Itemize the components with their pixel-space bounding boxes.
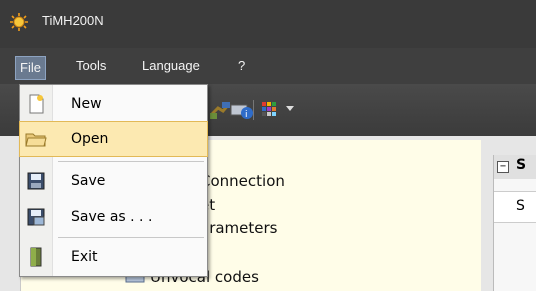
menu-item-save-label: Save bbox=[71, 173, 106, 189]
exit-door-icon bbox=[30, 247, 42, 267]
app-sun-icon bbox=[10, 13, 28, 31]
menu-separator bbox=[58, 161, 204, 162]
new-file-icon bbox=[29, 94, 44, 114]
menu-item-exit-label: Exit bbox=[71, 249, 98, 265]
title-bar: TiMH200N bbox=[0, 0, 536, 48]
menu-tools[interactable]: Tools bbox=[76, 56, 106, 76]
connect-icon[interactable] bbox=[208, 99, 232, 121]
info-icon[interactable]: i bbox=[230, 99, 254, 121]
menu-help[interactable]: ? bbox=[238, 56, 245, 76]
menu-item-exit[interactable]: Exit bbox=[20, 240, 207, 274]
menu-file[interactable]: File bbox=[15, 56, 46, 80]
properties-row[interactable]: S bbox=[494, 191, 536, 223]
menu-item-save-as[interactable]: Save as . . . bbox=[20, 200, 207, 234]
menu-item-save[interactable]: Save bbox=[20, 164, 207, 198]
tree-item-connection[interactable]: Connection bbox=[200, 172, 285, 190]
menu-item-save-as-label: Save as . . . bbox=[71, 209, 153, 225]
properties-header-label: S bbox=[516, 157, 527, 173]
save-icon bbox=[27, 172, 45, 190]
file-menu-dropdown: New Open Save Save as . . . Exit bbox=[19, 84, 208, 277]
toolbar-separator bbox=[253, 100, 254, 120]
properties-row-label: S bbox=[516, 198, 525, 214]
menu-item-new[interactable]: New bbox=[20, 87, 207, 121]
menu-item-open-label: Open bbox=[71, 131, 109, 147]
collapse-toggle[interactable]: − bbox=[497, 161, 509, 173]
menu-item-new-label: New bbox=[71, 96, 102, 112]
window-title: TiMH200N bbox=[42, 13, 104, 28]
tree-item-parameters[interactable]: arameters bbox=[200, 219, 277, 237]
menu-separator bbox=[58, 237, 204, 238]
open-folder-icon bbox=[25, 133, 47, 147]
menu-item-open[interactable]: Open bbox=[19, 121, 208, 157]
svg-text:i: i bbox=[245, 110, 248, 120]
palette-icon[interactable] bbox=[260, 99, 284, 121]
properties-header: − S bbox=[494, 155, 536, 179]
menu-bar: File Tools Language ? bbox=[0, 48, 536, 84]
properties-panel: − S S bbox=[493, 155, 536, 291]
save-as-icon bbox=[27, 208, 45, 226]
chevron-down-icon[interactable] bbox=[286, 106, 294, 112]
menu-language[interactable]: Language bbox=[142, 56, 200, 76]
